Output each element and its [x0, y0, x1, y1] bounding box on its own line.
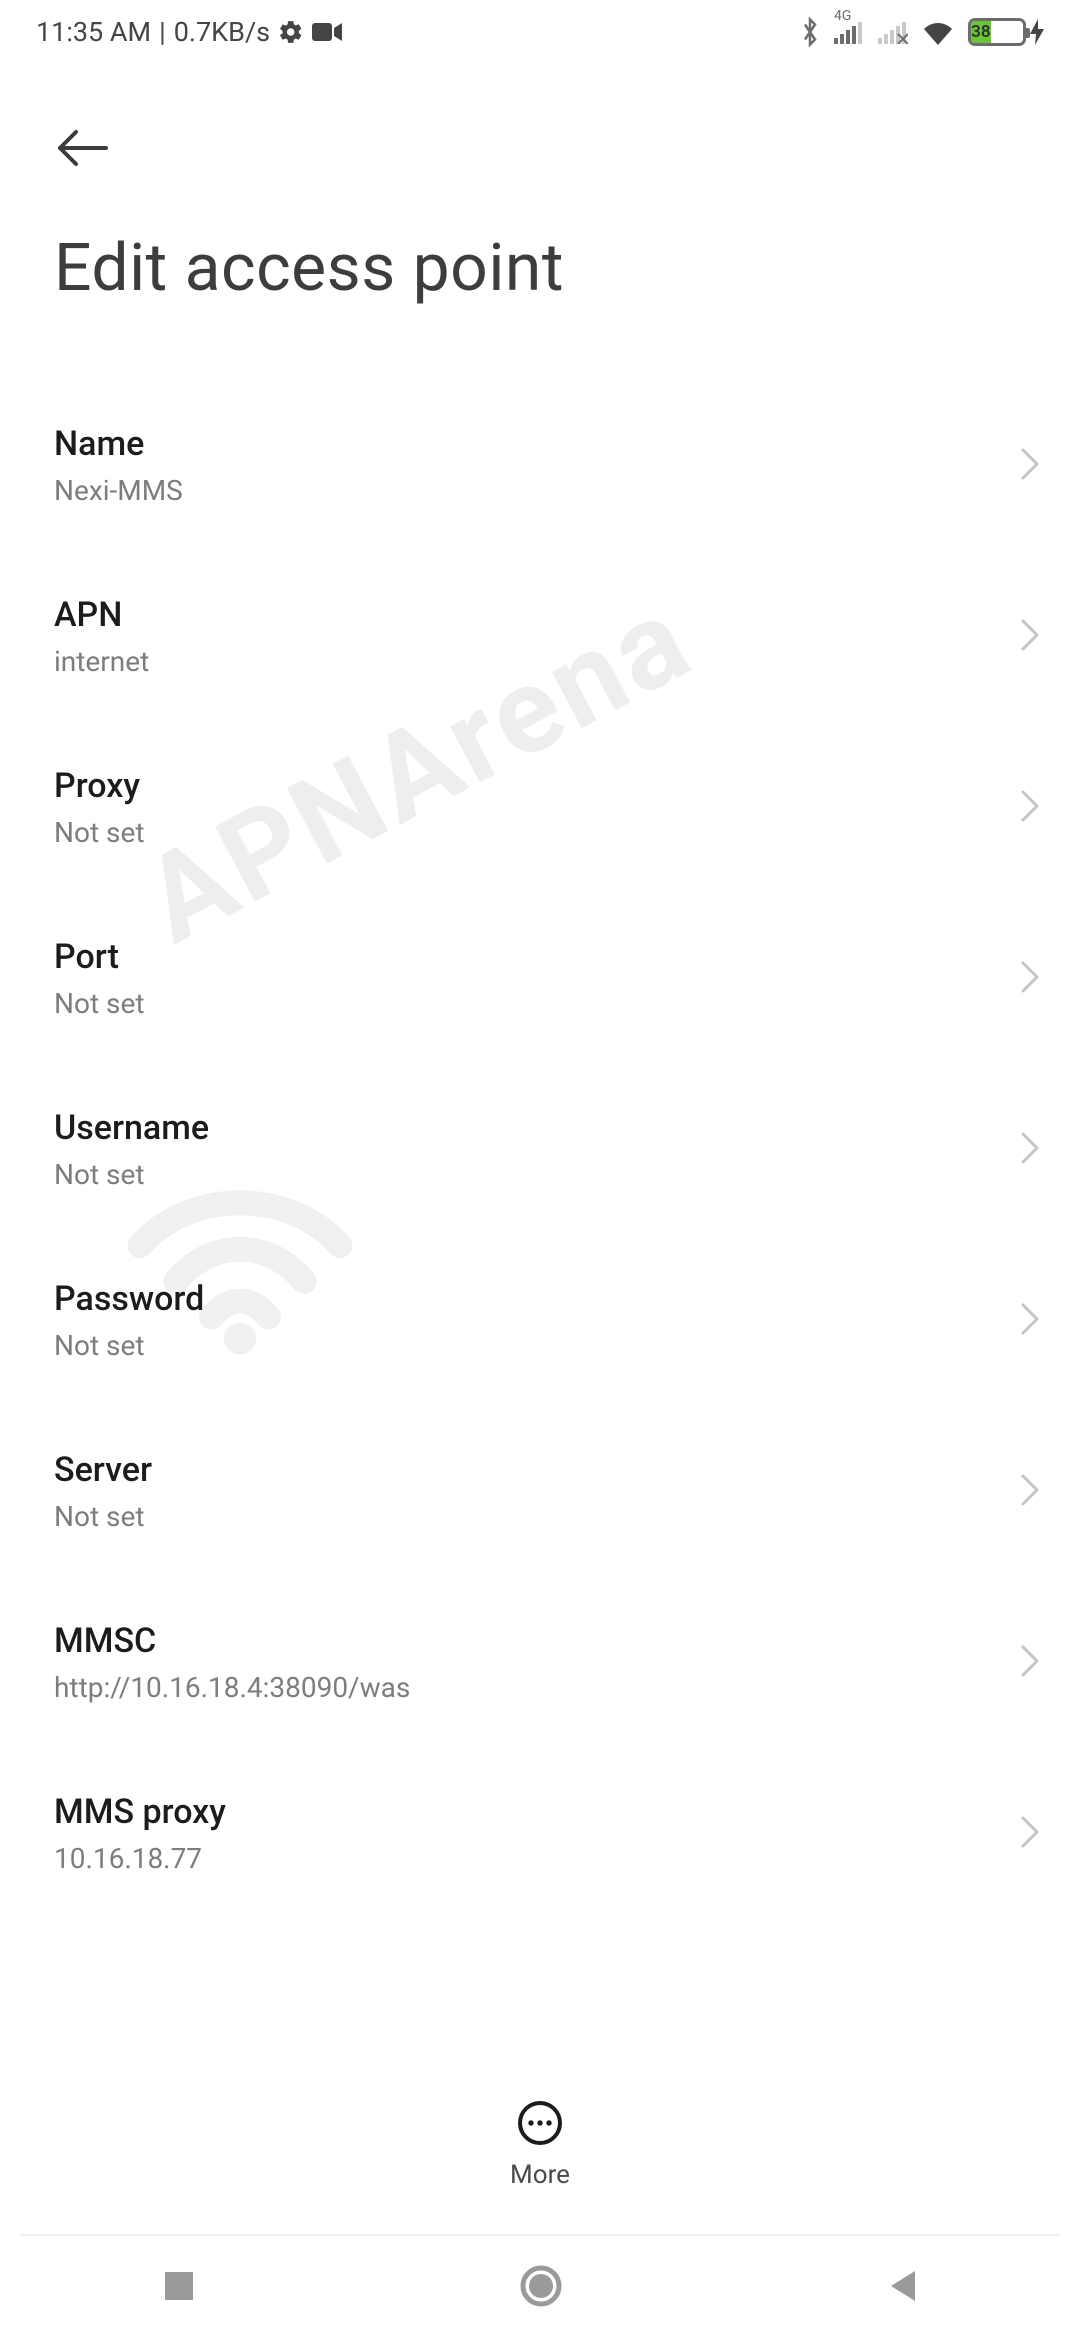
row-mmsc[interactable]: MMSC http://10.16.18.4:38090/was	[0, 1577, 1080, 1748]
row-value: Not set	[54, 1500, 1000, 1533]
row-value: Not set	[54, 1329, 1000, 1362]
row-value: 10.16.18.77	[54, 1842, 1000, 1875]
gear-icon	[278, 19, 304, 45]
chevron-right-icon	[1020, 618, 1040, 656]
status-speed: 0.7KB/s	[174, 16, 270, 48]
row-server[interactable]: Server Not set	[0, 1406, 1080, 1577]
row-value: Not set	[54, 987, 1000, 1020]
row-apn[interactable]: APN internet	[0, 551, 1080, 722]
row-title: Port	[54, 937, 1000, 977]
more-button[interactable]: More	[0, 2070, 1080, 2220]
more-icon	[517, 2100, 563, 2150]
nav-back-button[interactable]	[885, 2267, 919, 2309]
status-left: 11:35 AM | 0.7KB/s	[36, 16, 342, 48]
status-time: 11:35 AM	[36, 16, 151, 48]
more-label: More	[510, 2160, 570, 2190]
battery-indicator: 38	[968, 18, 1044, 46]
battery-percent: 38	[971, 21, 991, 43]
chevron-right-icon	[1020, 1815, 1040, 1853]
row-mms-proxy[interactable]: MMS proxy 10.16.18.77	[0, 1748, 1080, 1919]
triangle-left-icon	[885, 2267, 919, 2305]
chevron-right-icon	[1020, 1473, 1040, 1511]
chevron-right-icon	[1020, 789, 1040, 827]
system-nav-bar	[0, 2236, 1080, 2340]
row-value: Not set	[54, 816, 1000, 849]
wifi-icon	[922, 19, 954, 45]
row-title: Server	[54, 1450, 1000, 1490]
status-right: 4G 38	[800, 17, 1044, 47]
chevron-right-icon	[1020, 1644, 1040, 1682]
chevron-right-icon	[1020, 960, 1040, 998]
nav-home-button[interactable]	[519, 2264, 563, 2312]
status-sep: |	[159, 16, 166, 48]
page-title: Edit access point	[54, 230, 564, 307]
chevron-right-icon	[1020, 1302, 1040, 1340]
signal-4g-icon: 4G	[834, 20, 864, 44]
row-title: Username	[54, 1108, 1000, 1148]
row-title: Name	[54, 424, 1000, 464]
row-title: Proxy	[54, 766, 1000, 806]
row-username[interactable]: Username Not set	[0, 1064, 1080, 1235]
row-title: MMS proxy	[54, 1792, 1000, 1832]
camera-icon	[312, 21, 342, 43]
row-value: Not set	[54, 1158, 1000, 1191]
back-button[interactable]	[54, 128, 112, 172]
row-title: APN	[54, 595, 1000, 635]
row-value: http://10.16.18.4:38090/was	[54, 1671, 1000, 1704]
row-password[interactable]: Password Not set	[0, 1235, 1080, 1406]
nav-recent-button[interactable]	[161, 2268, 197, 2308]
row-port[interactable]: Port Not set	[0, 893, 1080, 1064]
row-value: internet	[54, 645, 1000, 678]
row-name[interactable]: Name Nexi-MMS	[0, 380, 1080, 551]
bluetooth-icon	[800, 17, 820, 47]
row-title: Password	[54, 1279, 1000, 1319]
circle-icon	[519, 2264, 563, 2308]
square-icon	[161, 2268, 197, 2304]
status-bar: 11:35 AM | 0.7KB/s 4G 38	[0, 0, 1080, 64]
chevron-right-icon	[1020, 1131, 1040, 1169]
row-title: MMSC	[54, 1621, 1000, 1661]
apn-settings-list: Name Nexi-MMS APN internet Proxy Not set…	[0, 380, 1080, 2130]
chevron-right-icon	[1020, 447, 1040, 485]
signal-nosim-icon	[878, 20, 908, 44]
row-proxy[interactable]: Proxy Not set	[0, 722, 1080, 893]
bolt-icon	[1030, 19, 1044, 45]
arrow-left-icon	[54, 128, 112, 168]
row-value: Nexi-MMS	[54, 474, 1000, 507]
